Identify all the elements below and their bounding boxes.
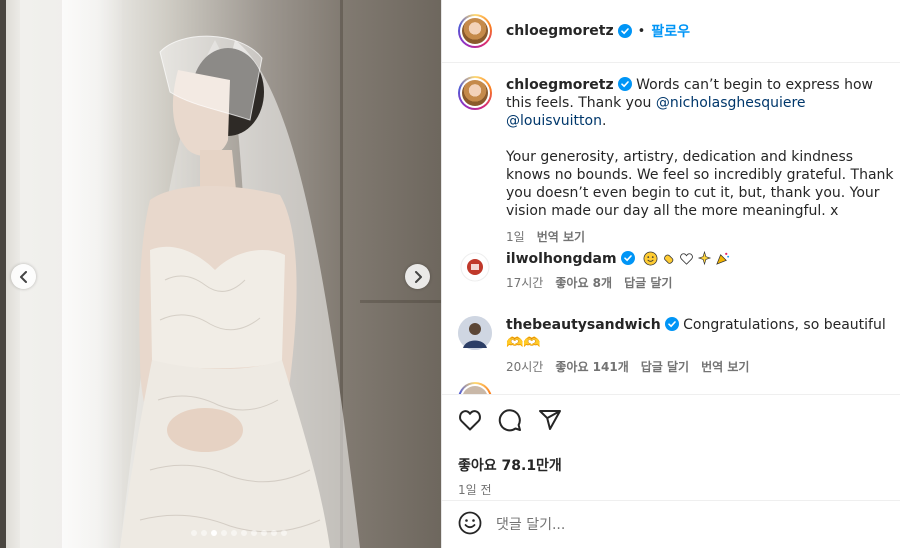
mention-link[interactable]: @louisvuitton bbox=[506, 113, 602, 129]
action-icons bbox=[458, 407, 885, 437]
ilwolhongdam-logo bbox=[460, 252, 490, 282]
carousel-dot bbox=[190, 530, 197, 536]
commenter-avatar[interactable] bbox=[458, 316, 492, 350]
carousel-dots bbox=[0, 530, 441, 536]
post-header: chloegmoretz • 팔로우 bbox=[442, 0, 900, 63]
carousel-dot bbox=[210, 530, 217, 536]
post-actions: 좋아요 78.1만개 1일 전 bbox=[442, 394, 900, 498]
carousel-dot bbox=[280, 530, 287, 536]
carousel-dot bbox=[260, 530, 267, 536]
comment-composer bbox=[442, 500, 900, 548]
emoji-icon bbox=[458, 511, 482, 534]
comment-item-partial bbox=[458, 382, 506, 394]
comment-input[interactable] bbox=[496, 516, 856, 533]
follow-button[interactable]: 팔로우 bbox=[651, 21, 690, 41]
carousel-dot bbox=[240, 530, 247, 536]
comment-likes[interactable]: 좋아요 141개 bbox=[555, 358, 628, 376]
chevron-right-icon bbox=[414, 270, 422, 283]
caption-body: chloegmoretz Words can’t begin to expres… bbox=[506, 76, 900, 246]
comment-item: thebeautysandwich Congratulations, so be… bbox=[458, 316, 900, 376]
commenter-avatar[interactable] bbox=[458, 382, 492, 394]
post-sidebar: chloegmoretz • 팔로우 chloegmoretz Words ca… bbox=[441, 0, 900, 548]
emoji-button[interactable] bbox=[458, 511, 482, 539]
comment-icon bbox=[498, 409, 521, 432]
verified-icon bbox=[617, 77, 632, 91]
heart-icon bbox=[459, 410, 481, 431]
caption-time: 1일 bbox=[506, 230, 525, 244]
comment-body: ilwolhongdam 17시간 좋아요 8개 답글 달기 bbox=[506, 250, 900, 292]
chevron-left-icon bbox=[19, 270, 27, 283]
translate-button[interactable]: 번역 보기 bbox=[537, 228, 585, 246]
carousel-dot bbox=[220, 530, 227, 536]
comment-time: 17시간 bbox=[506, 276, 544, 290]
comment-likes[interactable]: 좋아요 8개 bbox=[555, 274, 612, 292]
comment-username[interactable]: ilwolhongdam bbox=[506, 251, 617, 267]
clap-emoji-icon bbox=[664, 254, 674, 264]
comments-list: chloegmoretz Words can’t begin to expres… bbox=[442, 64, 900, 394]
carousel-next-button[interactable] bbox=[405, 264, 430, 289]
carousel-dot bbox=[200, 530, 207, 536]
header-separator: • bbox=[637, 23, 646, 39]
sparkles-emoji-icon bbox=[697, 251, 712, 266]
comment-body: thebeautysandwich Congratulations, so be… bbox=[506, 316, 900, 376]
carousel-dot bbox=[250, 530, 257, 536]
caption-username[interactable]: chloegmoretz bbox=[506, 77, 614, 93]
thebeautysandwich-avatar bbox=[458, 316, 492, 350]
carousel-dot bbox=[230, 530, 237, 536]
comment-time: 20시간 bbox=[506, 360, 544, 374]
comment-meta: 17시간 좋아요 8개 답글 달기 bbox=[506, 274, 900, 292]
verified-icon bbox=[664, 317, 679, 331]
reply-button[interactable]: 답글 달기 bbox=[624, 274, 672, 292]
like-button[interactable] bbox=[458, 409, 482, 435]
author-avatar[interactable] bbox=[458, 14, 492, 48]
caption-period: . bbox=[601, 113, 607, 129]
caption-meta: 1일 번역 보기 bbox=[506, 228, 900, 246]
post-media[interactable] bbox=[0, 0, 441, 548]
translate-button[interactable]: 번역 보기 bbox=[701, 358, 749, 376]
smile-emoji-icon bbox=[643, 251, 658, 266]
caption-avatar[interactable] bbox=[458, 76, 492, 110]
reply-button[interactable]: 답글 달기 bbox=[641, 358, 689, 376]
commenter-avatar[interactable] bbox=[458, 250, 492, 284]
comment-username[interactable]: thebeautysandwich bbox=[506, 317, 661, 333]
carousel-dot bbox=[270, 530, 277, 536]
mention-link[interactable]: @nicholasghesquiere bbox=[656, 95, 806, 111]
comment-item: ilwolhongdam 17시간 좋아요 8개 답글 달기 bbox=[458, 250, 900, 292]
carousel-prev-button[interactable] bbox=[11, 264, 36, 289]
share-button[interactable] bbox=[538, 408, 562, 436]
caption: chloegmoretz Words can’t begin to expres… bbox=[458, 76, 900, 246]
party-popper-emoji-icon bbox=[716, 252, 730, 265]
verified-icon bbox=[620, 251, 635, 265]
verified-icon bbox=[617, 24, 632, 38]
post-time: 1일 전 bbox=[458, 483, 492, 497]
white-heart-emoji-icon bbox=[680, 253, 693, 265]
author-username[interactable]: chloegmoretz bbox=[506, 23, 614, 39]
comment-emojis bbox=[643, 251, 730, 266]
caption-thank-you: Thank you bbox=[578, 95, 656, 111]
caption-paragraph: Your generosity, artistry, dedication an… bbox=[506, 149, 894, 219]
comment-button[interactable] bbox=[498, 408, 522, 436]
comment-meta: 20시간 좋아요 141개 답글 달기 번역 보기 bbox=[506, 358, 900, 376]
like-count[interactable]: 좋아요 78.1만개 bbox=[458, 455, 885, 475]
share-icon bbox=[539, 410, 561, 430]
bride-photo bbox=[120, 35, 360, 548]
